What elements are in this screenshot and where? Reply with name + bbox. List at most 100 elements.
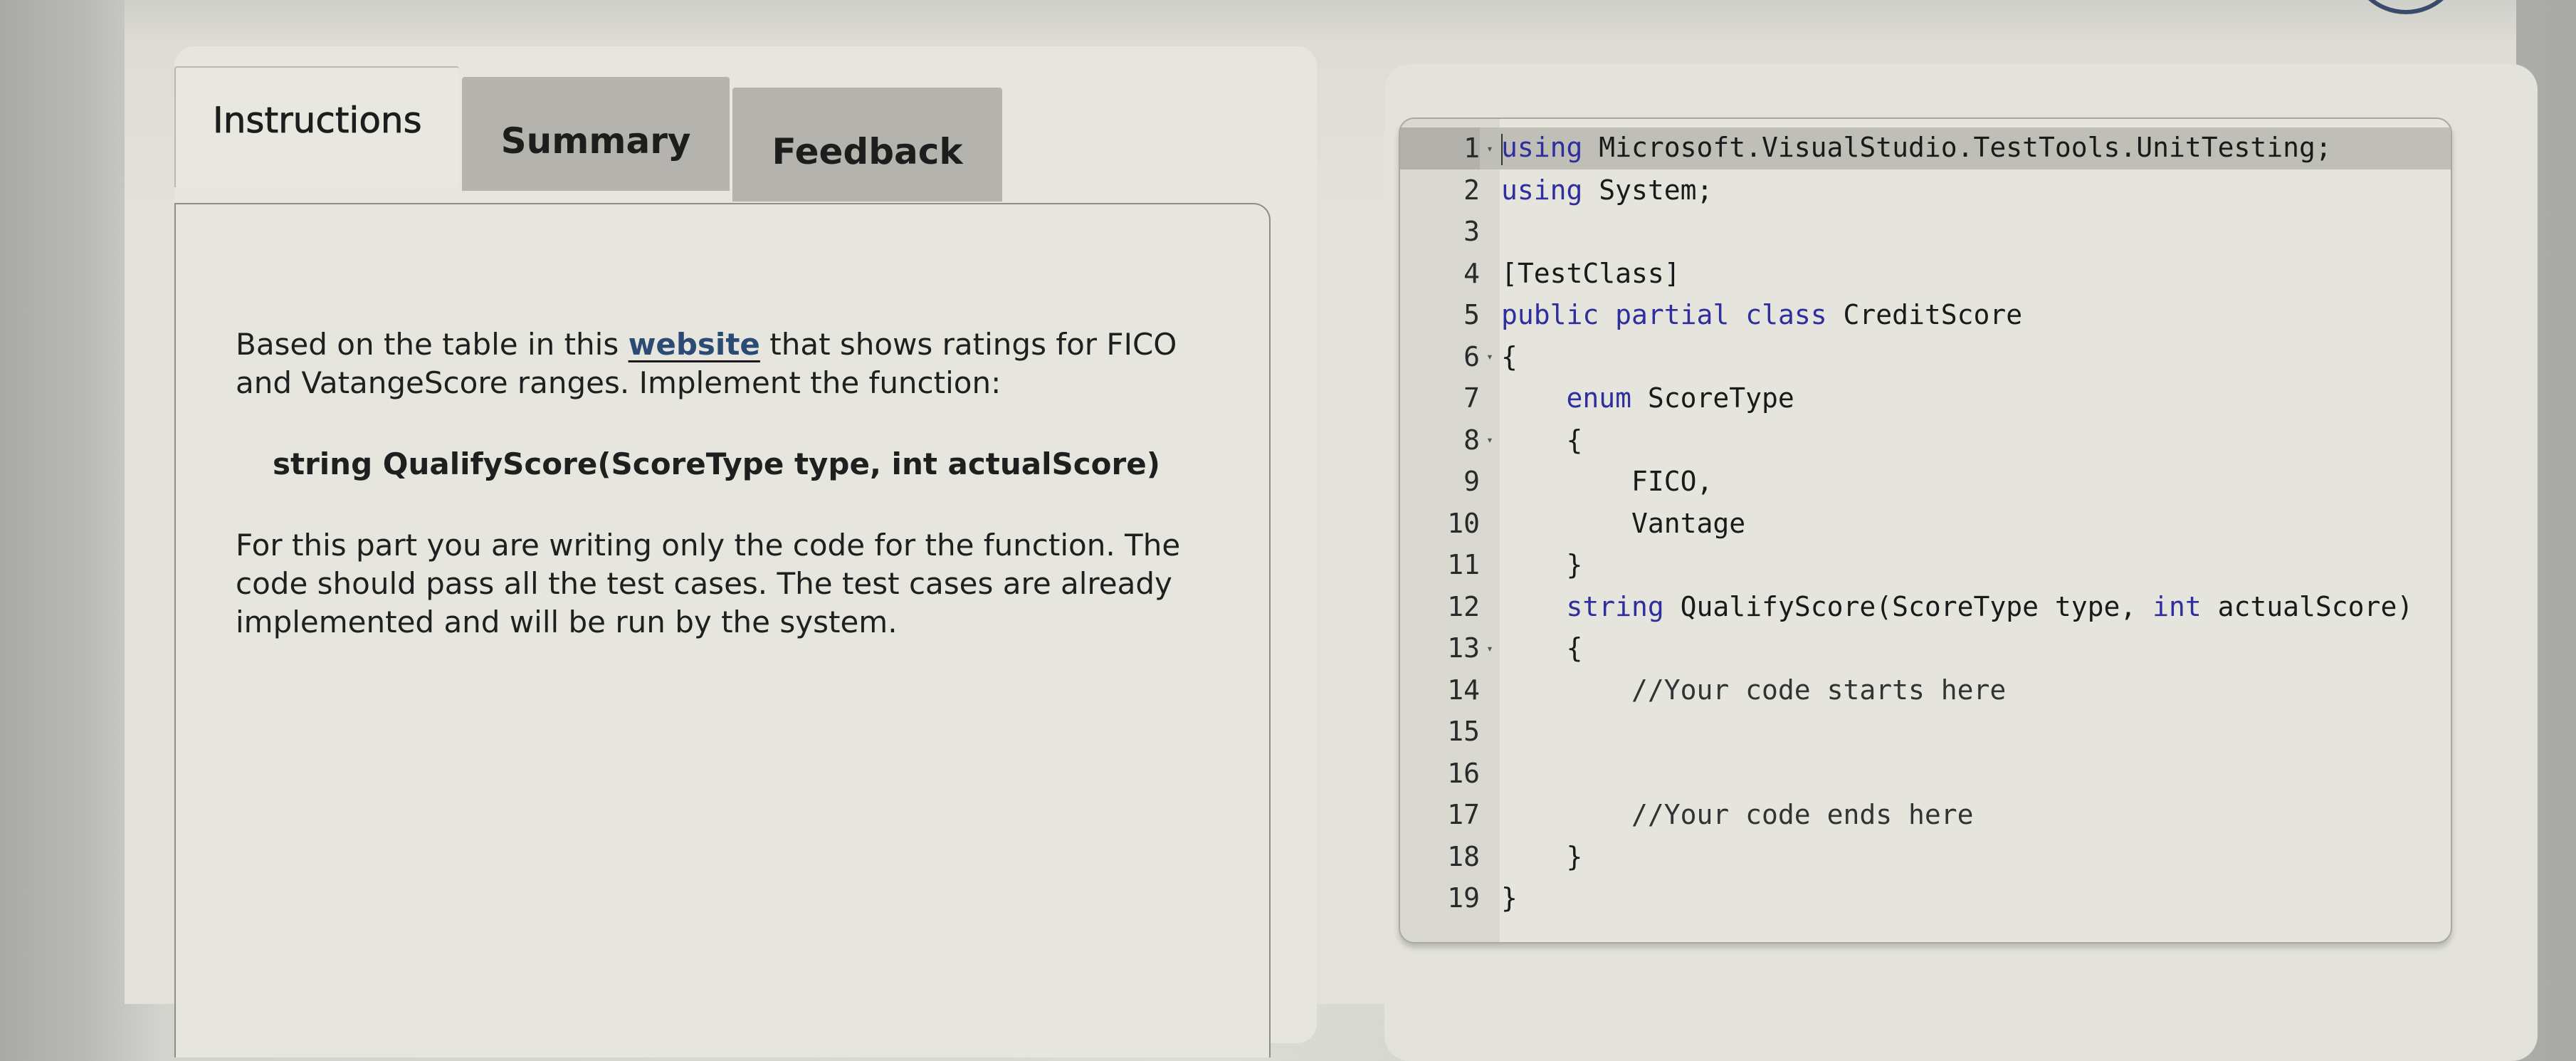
comment-token: //Your code starts here xyxy=(1631,674,2007,706)
line-number: 4 xyxy=(1463,257,1480,289)
code-text: using System; xyxy=(1500,174,1713,206)
instructions-paragraph: For this part you are writing only the c… xyxy=(236,528,1181,639)
code-text: using Microsoft.VisualStudio.TestTools.U… xyxy=(1500,132,2332,165)
tab-instructions[interactable]: Instructions xyxy=(174,66,459,187)
line-number: 8 xyxy=(1463,424,1480,456)
line-number: 9 xyxy=(1463,466,1480,498)
code-text: } xyxy=(1500,549,1583,581)
tab-summary[interactable]: Summary xyxy=(461,77,730,191)
code-editor[interactable]: 1 ▾ using Microsoft.VisualStudio.TestTools… xyxy=(1399,117,2452,944)
code-line[interactable]: 8 ▾ { xyxy=(1400,419,2451,461)
code-text: //Your code starts here xyxy=(1500,674,2006,706)
tab-label: Feedback xyxy=(772,131,963,172)
code-text: //Your code ends here xyxy=(1500,799,1973,830)
code-line[interactable]: 6 ▾{ xyxy=(1400,336,2451,378)
fold-caret-icon[interactable]: ▾ xyxy=(1480,642,1500,655)
code-line[interactable]: 1 ▾ using Microsoft.VisualStudio.TestTools… xyxy=(1400,127,2451,169)
code-line[interactable]: 17 //Your code ends here xyxy=(1400,794,2451,836)
code-text: string QualifyScore(ScoreType type, int … xyxy=(1500,590,2414,622)
keyword-token: int xyxy=(2152,590,2202,622)
code-line[interactable]: 10 Vantage xyxy=(1400,503,2451,545)
code-token: Microsoft.VisualStudio.TestTools.UnitTes… xyxy=(1582,132,2332,163)
code-token: { xyxy=(1501,424,1583,456)
code-line[interactable]: 18 } xyxy=(1400,836,2451,878)
line-number: 16 xyxy=(1447,757,1480,789)
code-token: ScoreType xyxy=(1631,382,1794,414)
code-text: [TestClass] xyxy=(1500,258,1681,289)
code-text: } xyxy=(1500,882,1518,914)
code-line[interactable]: 16 xyxy=(1400,753,2451,795)
code-token: } xyxy=(1501,840,1583,872)
code-token: { xyxy=(1501,340,1518,372)
code-line[interactable]: 12 string QualifyScore(ScoreType type, i… xyxy=(1400,586,2451,628)
line-number: 14 xyxy=(1447,674,1480,706)
code-panel: 1 ▾ using Microsoft.VisualStudio.TestTools… xyxy=(1384,64,2538,1061)
code-line[interactable]: 11 } xyxy=(1400,544,2451,586)
code-line[interactable]: 2 using System; xyxy=(1400,169,2451,211)
tab-feedback[interactable]: Feedback xyxy=(732,88,1002,202)
code-token: } xyxy=(1501,882,1518,914)
line-number: 15 xyxy=(1447,716,1480,748)
keyword-token: class xyxy=(1745,299,1827,331)
fold-caret-icon[interactable]: ▾ xyxy=(1480,350,1500,363)
code-text: { xyxy=(1500,632,1583,664)
function-signature: string QualifyScore(ScoreType type, int … xyxy=(273,446,1160,481)
code-token: CreditScore xyxy=(1826,299,2023,331)
code-token: QualifyScore(ScoreType type, xyxy=(1663,590,2153,622)
code-text: FICO, xyxy=(1500,466,1713,497)
line-number: 2 xyxy=(1463,174,1480,206)
code-line[interactable]: 14 //Your code starts here xyxy=(1400,669,2451,711)
line-number: 1 xyxy=(1400,127,1480,169)
line-number: 19 xyxy=(1447,882,1480,914)
instructions-panel: Instructions Summary Feedback Based on t… xyxy=(174,46,1317,1057)
code-text: enum ScoreType xyxy=(1500,382,1794,414)
instructions-text: Based on the table in this website that … xyxy=(236,325,1218,684)
comment-token: //Your code ends here xyxy=(1631,799,1974,831)
line-number: 5 xyxy=(1463,299,1480,331)
line-number: 11 xyxy=(1447,549,1480,581)
code-token: actualScore) xyxy=(2201,590,2414,622)
code-line[interactable]: 5 public partial class CreditScore xyxy=(1400,294,2451,336)
fold-caret-icon[interactable]: ▾ xyxy=(1480,142,1500,155)
code-line[interactable]: 4 [TestClass] xyxy=(1400,253,2451,295)
keyword-token: using xyxy=(1501,132,1583,163)
keyword-token: partial xyxy=(1615,299,1730,331)
code-line[interactable]: 15 xyxy=(1400,711,2451,753)
code-text: public partial class CreditScore xyxy=(1500,299,2022,330)
code-line[interactable]: 7 enum ScoreType xyxy=(1400,377,2451,419)
code-line[interactable]: 3 xyxy=(1400,211,2451,253)
keyword-token: public xyxy=(1501,299,1599,331)
code-token: [TestClass] xyxy=(1501,257,1681,289)
tab-label: Instructions xyxy=(213,100,422,142)
code-token: } xyxy=(1501,549,1583,581)
code-text: { xyxy=(1500,341,1518,372)
line-number: 18 xyxy=(1447,840,1480,872)
line-number: 10 xyxy=(1447,507,1480,539)
code-lines[interactable]: 1 ▾ using Microsoft.VisualStudio.TestTools… xyxy=(1400,127,2451,919)
line-number: 13 xyxy=(1447,632,1480,664)
code-line[interactable]: 13 ▾ { xyxy=(1400,627,2451,669)
fold-caret-icon[interactable]: ▾ xyxy=(1480,433,1500,446)
instructions-paragraph: Based on the table in this website that … xyxy=(236,325,1218,402)
code-line[interactable]: 9 FICO, xyxy=(1400,461,2451,503)
text-segment: Based on the table in this xyxy=(236,327,629,362)
code-text: { xyxy=(1500,424,1583,456)
line-number: 17 xyxy=(1447,799,1480,831)
code-text: } xyxy=(1500,840,1583,872)
line-number: 12 xyxy=(1447,590,1480,622)
code-text: Vantage xyxy=(1500,508,1745,539)
tab-bar: Instructions Summary Feedback xyxy=(174,66,1002,223)
website-link[interactable]: website xyxy=(629,327,760,362)
line-number: 7 xyxy=(1463,382,1480,414)
tab-label: Summary xyxy=(500,120,691,162)
code-token: FICO, xyxy=(1501,466,1713,498)
code-token: { xyxy=(1501,632,1583,664)
keyword-token: using xyxy=(1501,174,1583,206)
code-line[interactable]: 19} xyxy=(1400,877,2451,919)
